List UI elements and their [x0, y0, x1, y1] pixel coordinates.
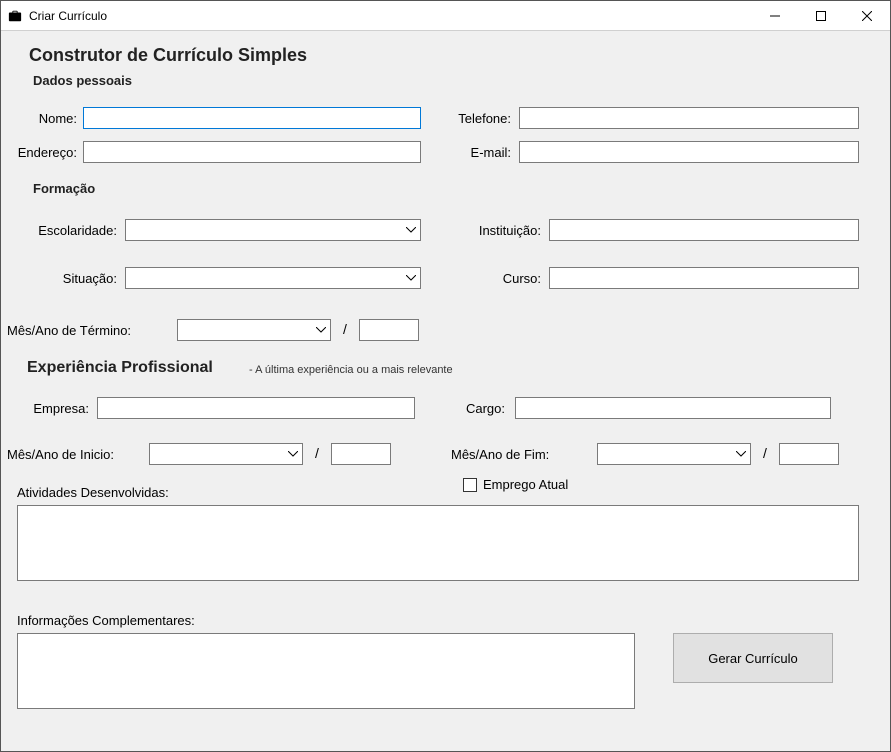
label-instituicao: Instituição:	[451, 223, 541, 238]
maximize-button[interactable]	[798, 1, 844, 31]
situacao-combo[interactable]	[125, 267, 421, 289]
slash-3: /	[763, 445, 767, 461]
cargo-input[interactable]	[515, 397, 831, 419]
page-title: Construtor de Currículo Simples	[29, 45, 307, 66]
label-telefone: Telefone:	[431, 111, 511, 126]
emprego-atual-checkbox[interactable]: Emprego Atual	[463, 477, 568, 492]
briefcase-icon	[7, 8, 23, 24]
gerar-curriculo-button[interactable]: Gerar Currículo	[673, 633, 833, 683]
info-comp-textarea[interactable]	[17, 633, 635, 709]
window-title: Criar Currículo	[29, 9, 107, 23]
client-area: Construtor de Currículo Simples Dados pe…	[1, 31, 890, 751]
nome-input[interactable]	[83, 107, 421, 129]
fim-ano-input[interactable]	[779, 443, 839, 465]
email-input[interactable]	[519, 141, 859, 163]
section-experience: Experiência Profissional	[27, 359, 213, 377]
fim-mes-combo[interactable]	[597, 443, 751, 465]
label-endereco: Endereço:	[7, 145, 77, 160]
curso-input[interactable]	[549, 267, 859, 289]
atividades-textarea[interactable]	[17, 505, 859, 581]
inicio-ano-input[interactable]	[331, 443, 391, 465]
emprego-atual-label: Emprego Atual	[483, 477, 568, 492]
instituicao-input[interactable]	[549, 219, 859, 241]
label-situacao: Situação:	[7, 271, 117, 286]
empresa-input[interactable]	[97, 397, 415, 419]
close-button[interactable]	[844, 1, 890, 31]
section-personal: Dados pessoais	[33, 73, 132, 88]
termino-ano-input[interactable]	[359, 319, 419, 341]
emprego-atual-box[interactable]	[463, 478, 477, 492]
experience-note: - A última experiência ou a mais relevan…	[249, 364, 453, 376]
minimize-button[interactable]	[752, 1, 798, 31]
label-termino: Mês/Ano de Término:	[7, 323, 167, 338]
telefone-input[interactable]	[519, 107, 859, 129]
label-nome: Nome:	[7, 111, 77, 126]
window-titlebar: Criar Currículo	[1, 1, 890, 31]
escolaridade-combo[interactable]	[125, 219, 421, 241]
slash-1: /	[343, 321, 347, 337]
label-cargo: Cargo:	[441, 401, 505, 416]
label-inicio: Mês/Ano de Inicio:	[7, 447, 147, 462]
inicio-mes-combo[interactable]	[149, 443, 303, 465]
label-empresa: Empresa:	[7, 401, 89, 416]
label-escolaridade: Escolaridade:	[7, 223, 117, 238]
termino-mes-combo[interactable]	[177, 319, 331, 341]
label-fim: Mês/Ano de Fim:	[451, 447, 581, 462]
label-curso: Curso:	[451, 271, 541, 286]
endereco-input[interactable]	[83, 141, 421, 163]
section-formation: Formação	[33, 181, 95, 196]
label-atividades: Atividades Desenvolvidas:	[17, 485, 237, 500]
label-info-comp: Informações Complementares:	[17, 613, 277, 628]
label-email: E-mail:	[431, 145, 511, 160]
slash-2: /	[315, 445, 319, 461]
